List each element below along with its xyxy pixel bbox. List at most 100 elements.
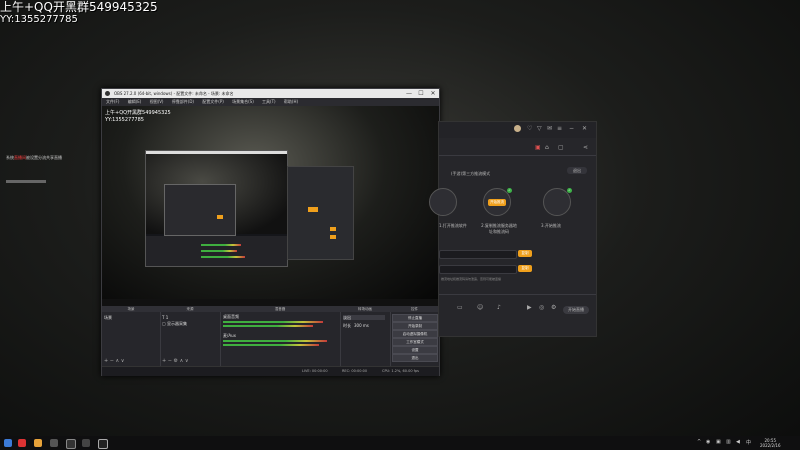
server-address-field[interactable] (439, 250, 517, 259)
step1-circle (429, 188, 457, 216)
tool-icon-1[interactable]: ▭ (457, 304, 463, 311)
gift-icon[interactable]: ▽ (537, 125, 542, 132)
source-item-text[interactable]: T 1 (162, 315, 168, 320)
menu-help[interactable]: 帮助(H) (284, 99, 298, 104)
scene-item[interactable]: 场景 (104, 315, 112, 321)
chat-prefix: 系统 (6, 155, 14, 160)
network-icon[interactable]: ▥ (726, 439, 731, 445)
nested-meter-1 (201, 244, 241, 246)
tray-icon-2[interactable]: ▣ (716, 439, 721, 445)
lock-icon[interactable]: ⌂ (545, 144, 549, 151)
obs-title-bar[interactable]: OBS 27.2.0 (64-bit, windows) - 配置文件: 未命名… (102, 89, 439, 98)
scenes-dock: 场景 场景 + − ∧ ∨ (102, 306, 161, 366)
preview-overlay-text: 上午+QQ开黑群549945325 YY:1355277785 (105, 110, 171, 124)
app-icon-2[interactable] (34, 439, 42, 447)
mic-icon[interactable]: ◎ (539, 304, 544, 311)
status-live: LIVE: 00:00:00 (302, 369, 328, 373)
volume-icon[interactable]: ◀ (736, 439, 740, 445)
nested-orange-chip (217, 215, 223, 219)
nested-inner-window (164, 184, 236, 236)
ime-icon[interactable]: 中 (746, 439, 751, 446)
mixer-mic-label: 麦/Aux (223, 333, 236, 338)
transition-type-select[interactable]: 淡出 (343, 315, 385, 320)
menu-edit[interactable]: 编辑(E) (128, 99, 142, 104)
menu-docks[interactable]: 停靠部件(D) (172, 99, 194, 104)
preview-text-line1: 上午+QQ开黑群549945325 (105, 110, 171, 116)
stream-key-field[interactable] (439, 265, 517, 274)
menu-profile[interactable]: 配置文件(P) (202, 99, 224, 104)
top-divider (439, 155, 596, 156)
menu-tools[interactable]: 工具(T) (262, 99, 276, 104)
menu-file[interactable]: 文件(F) (106, 99, 119, 104)
menu-icon[interactable]: ≡ (557, 125, 562, 132)
record-icon[interactable]: ▣ (535, 144, 541, 151)
windows-taskbar: ^ ◉ ▣ ▥ ◀ 中 20:55 2022/2/16 (0, 436, 800, 450)
obs-preview[interactable]: 上午+QQ开黑群549945325 YY:1355277785 (102, 106, 439, 306)
menu-view[interactable]: 视图(V) (150, 99, 164, 104)
tool-icon-3[interactable]: ♪ (497, 304, 501, 311)
start-live-button[interactable]: 开始直播 (563, 306, 589, 314)
mixer-dock: 混音器 桌面音频 麦/Aux (220, 306, 341, 366)
transitions-header: 转场动画 (340, 306, 390, 312)
nested-docks (146, 236, 287, 266)
close-icon[interactable]: ✕ (582, 125, 587, 132)
sources-header: 来源 (160, 306, 220, 312)
scenes-toolbar[interactable]: + − ∧ ∨ (104, 358, 124, 364)
menu-scene-collection[interactable]: 场景集合(S) (232, 99, 254, 104)
tool-icon-2[interactable]: ☺ (477, 304, 483, 311)
stop-streaming-button[interactable]: 停止直播 (392, 314, 438, 322)
studio-mode-button[interactable]: 工作室模式 (392, 338, 438, 346)
step2-check-badge: ✓ (507, 188, 512, 193)
duration-input[interactable]: 300 ms (354, 323, 369, 328)
source-item-display[interactable]: ▢ 显示器采集 (162, 321, 187, 327)
sources-dock: 来源 T 1 ▢ 显示器采集 + − ⚙ ∧ ∨ (160, 306, 221, 366)
copy-server-button[interactable]: 复制 (518, 250, 532, 257)
nested-stream-app (287, 166, 354, 260)
shield-icon[interactable]: ♡ (527, 125, 532, 132)
minimize-icon[interactable]: − (569, 125, 574, 132)
mixer-desktop-meter-2 (223, 325, 313, 327)
taskbar-clock[interactable]: 20:55 2022/2/16 (760, 438, 781, 448)
gear-icon[interactable]: ⚙ (551, 304, 556, 311)
settings-button[interactable]: 设置 (392, 346, 438, 354)
mail-icon[interactable]: ✉ (547, 125, 552, 132)
clock-date: 2022/2/16 (760, 443, 781, 448)
share-icon[interactable]: ⋖ (583, 144, 588, 151)
app-icon-4[interactable] (66, 439, 76, 449)
chevron-up-icon[interactable]: ^ (697, 439, 701, 445)
controls-dock: 控件 停止直播 开始录制 启动虚拟摄像机 工作室模式 设置 退出 (390, 306, 439, 366)
virtual-camera-button[interactable]: 启动虚拟摄像机 (392, 330, 438, 338)
start-recording-button[interactable]: 开始录制 (392, 322, 438, 330)
nested-meter-2 (201, 250, 237, 252)
tray-icon-1[interactable]: ◉ (706, 439, 710, 445)
mixer-mic-meter-2 (223, 344, 319, 346)
sources-toolbar[interactable]: + − ⚙ ∧ ∨ (162, 358, 189, 364)
exit-mode-button[interactable]: 退出 (567, 167, 587, 174)
mixer-header: 混音器 (220, 306, 340, 312)
overlay-qq-group-text: 上午+QQ开黑群549945325 (0, 0, 158, 14)
start-icon[interactable] (4, 439, 12, 447)
obs-taskbar-icon[interactable] (98, 439, 108, 449)
scenes-header: 场景 (102, 306, 160, 312)
step3-check-badge: ✓ (567, 188, 572, 193)
camera-icon[interactable]: ▶ (527, 304, 532, 311)
minimize-button[interactable]: — (403, 89, 415, 98)
copy-icon[interactable]: ▢ (558, 144, 564, 151)
app-icon-3[interactable] (50, 439, 58, 447)
copy-key-button[interactable]: 复制 (518, 265, 532, 272)
preview-text-line2: YY:1355277785 (105, 117, 144, 123)
nested-stream-chip-1 (308, 207, 318, 212)
app-icon-1[interactable] (18, 439, 26, 447)
avatar[interactable] (514, 125, 521, 132)
obs-logo-icon (105, 91, 110, 96)
chat-highlight: 直播间 (14, 155, 26, 160)
app-icon-5[interactable] (82, 439, 90, 447)
close-button[interactable]: ✕ (427, 89, 439, 98)
step2-start-push-button[interactable]: 开始推流 (488, 199, 506, 206)
overlay-yy-id-text: YY:1355277785 (0, 14, 78, 25)
status-cpu: CPU: 1.2%, 60.00 fps (382, 369, 419, 373)
duration-label: 时长 (343, 323, 351, 328)
step1-label: 1.打开推流软件 (439, 223, 467, 228)
maximize-button[interactable]: ☐ (415, 89, 427, 98)
exit-button[interactable]: 退出 (392, 354, 438, 362)
